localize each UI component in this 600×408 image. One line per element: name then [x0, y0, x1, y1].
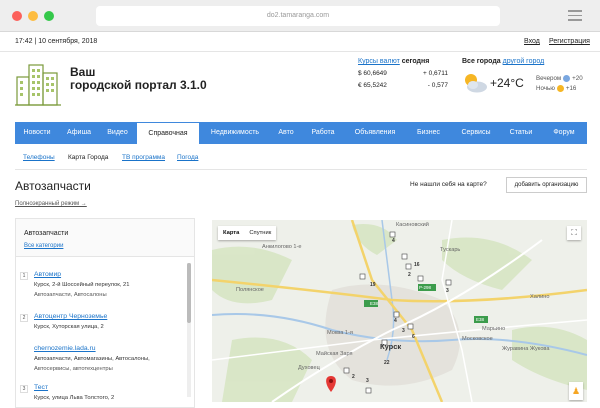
organization-link[interactable]: Автомир: [34, 271, 61, 278]
cluster-count[interactable]: 16: [414, 262, 420, 268]
nav-afisha[interactable]: Афиша: [59, 122, 99, 144]
map-label-city: Курск: [380, 342, 402, 351]
map-label: Анкилогово 1-е: [262, 244, 302, 250]
organization-link[interactable]: Тест: [34, 384, 48, 391]
add-organization-button[interactable]: добавить организацию: [506, 177, 587, 193]
cluster-count[interactable]: 3: [366, 378, 369, 384]
nav-jobs[interactable]: Работа: [302, 122, 344, 144]
currency-row-eur: € 65,5242 - 0,577: [358, 82, 448, 89]
site-title[interactable]: Ваш городской портал 3.1.0: [70, 66, 207, 92]
map-label: Журавина Жукова: [502, 346, 550, 352]
subnav-phones[interactable]: Телефоны: [23, 154, 55, 161]
currency-rates-link[interactable]: Курсы валют: [358, 58, 400, 65]
list-item[interactable]: 3 Тест Курск, улица Льва Толстого, 2: [20, 384, 180, 408]
results-list[interactable]: 1 Автомир Курск, 2-й Шоссейный переулок,…: [16, 257, 194, 407]
browser-menu-icon[interactable]: [568, 10, 582, 24]
map-label: Халино: [530, 294, 550, 300]
results-header: Автозапчасти Все категории: [16, 219, 194, 257]
cluster-count[interactable]: 3: [402, 328, 405, 334]
address-bar[interactable]: do2.tamaranga.com: [96, 6, 500, 26]
city-buildings-logo-icon[interactable]: [15, 59, 61, 107]
scrollbar-thumb[interactable]: [187, 263, 191, 323]
cluster-count[interactable]: 2: [408, 272, 411, 278]
nav-directory[interactable]: Справочная: [136, 122, 200, 144]
organization-link[interactable]: Автоцентр Черноземье: [34, 313, 107, 320]
top-bar: 17:42 | 10 сентября, 2018 Вход Регистрац…: [0, 32, 600, 52]
cluster-count[interactable]: 3: [446, 288, 449, 294]
map-tab-satellite[interactable]: Спутник: [244, 226, 276, 240]
category-title: Автозапчасти: [24, 230, 69, 237]
browser-chrome: do2.tamaranga.com: [0, 0, 600, 32]
current-date: 17:42 | 10 сентября, 2018: [15, 38, 98, 45]
nav-news[interactable]: Новости: [15, 122, 59, 144]
currency-widget: Курсы валют сегодня $ 60,6649 + 0,6711 €…: [358, 58, 448, 94]
moon-icon: [563, 74, 571, 82]
cluster-count[interactable]: 4: [392, 238, 395, 244]
map-fullscreen-icon[interactable]: ⛶: [567, 226, 581, 240]
nav-auto[interactable]: Авто: [270, 122, 302, 144]
sub-navigation: Телефоны Карта Города ТВ программа Погод…: [15, 144, 587, 170]
not-found-text: Не нашли себя на карте?: [410, 181, 487, 188]
subnav-tv[interactable]: ТВ программа: [122, 154, 165, 161]
road-label-p298: P-298: [419, 285, 432, 290]
list-item[interactable]: 1 Автомир Курск, 2-й Шоссейный переулок,…: [20, 271, 180, 305]
subnav-weather[interactable]: Погода: [177, 154, 198, 161]
cluster-count[interactable]: 22: [384, 360, 390, 366]
sun-icon: [556, 84, 564, 92]
partly-cloudy-icon: [465, 74, 487, 93]
fullscreen-mode-link[interactable]: Полноэкранный режим →: [15, 201, 87, 207]
nav-realty[interactable]: Недвижимость: [200, 122, 270, 144]
all-categories-link[interactable]: Все категории: [24, 243, 63, 249]
map-label: Московское: [462, 336, 493, 342]
map-label: Марьино: [482, 326, 506, 332]
nav-video[interactable]: Видео: [99, 122, 136, 144]
subnav-city-map[interactable]: Карта Города: [68, 154, 108, 161]
cluster-count[interactable]: 19: [370, 282, 376, 288]
cluster-count[interactable]: 6: [412, 334, 415, 340]
nav-forum[interactable]: Форум: [541, 122, 587, 144]
road-label-e38: E38: [370, 301, 379, 306]
weather-widget: Все города другой город +24°C Вечером +20…: [462, 58, 592, 93]
close-window-button[interactable]: [12, 11, 22, 21]
register-link[interactable]: Регистрация: [549, 38, 590, 45]
map-label: Духовец: [298, 365, 320, 371]
main-navigation: Новости Афиша Видео Справочная Недвижимо…: [15, 122, 587, 144]
list-item[interactable]: 2 Автоцентр Черноземье Курск, Хуторская …: [20, 313, 180, 337]
nav-business[interactable]: Бизнес: [406, 122, 451, 144]
list-item[interactable]: chernozemie.lada.ru Автозапчасти, Автома…: [20, 345, 180, 379]
map-label: Тускарь: [440, 247, 461, 253]
login-link[interactable]: Вход: [524, 38, 540, 45]
organization-website-link[interactable]: chernozemie.lada.ru: [34, 345, 96, 352]
map-label: Полянское: [236, 287, 264, 293]
nav-ads[interactable]: Объявления: [344, 122, 406, 144]
map-tab-map[interactable]: Карта: [218, 226, 244, 240]
currency-row-usd: $ 60,6649 + 0,6711: [358, 70, 448, 77]
maximize-window-button[interactable]: [44, 11, 54, 21]
map-label: Моква 1-я: [327, 330, 353, 336]
cluster-count[interactable]: 4: [394, 318, 397, 324]
current-temperature: +24°C: [490, 76, 524, 90]
results-panel: Автозапчасти Все категории 1 Автомир Кур…: [15, 218, 195, 408]
map-label: Майская Заря: [316, 351, 353, 357]
map-label: Касиновский: [396, 222, 429, 228]
other-city-link[interactable]: другой город: [503, 58, 545, 65]
forecast: Вечером +20 Ночью +16: [536, 74, 583, 92]
page-title: Автозапчасти: [15, 179, 91, 193]
nav-articles[interactable]: Статьи: [501, 122, 541, 144]
map-type-switcher: Карта Спутник: [218, 226, 277, 240]
road-label-e38-2: E38: [476, 317, 485, 322]
site-header: Ваш городской портал 3.1.0 Курсы валют с…: [0, 52, 600, 116]
nav-services[interactable]: Сервисы: [451, 122, 501, 144]
street-view-pegman-icon[interactable]: ♟: [569, 382, 583, 400]
minimize-window-button[interactable]: [28, 11, 38, 21]
cluster-count[interactable]: 2: [352, 374, 355, 380]
city-map[interactable]: E38 P-298 E38 Карта Спутник ⛶ Касиновски…: [212, 220, 587, 402]
